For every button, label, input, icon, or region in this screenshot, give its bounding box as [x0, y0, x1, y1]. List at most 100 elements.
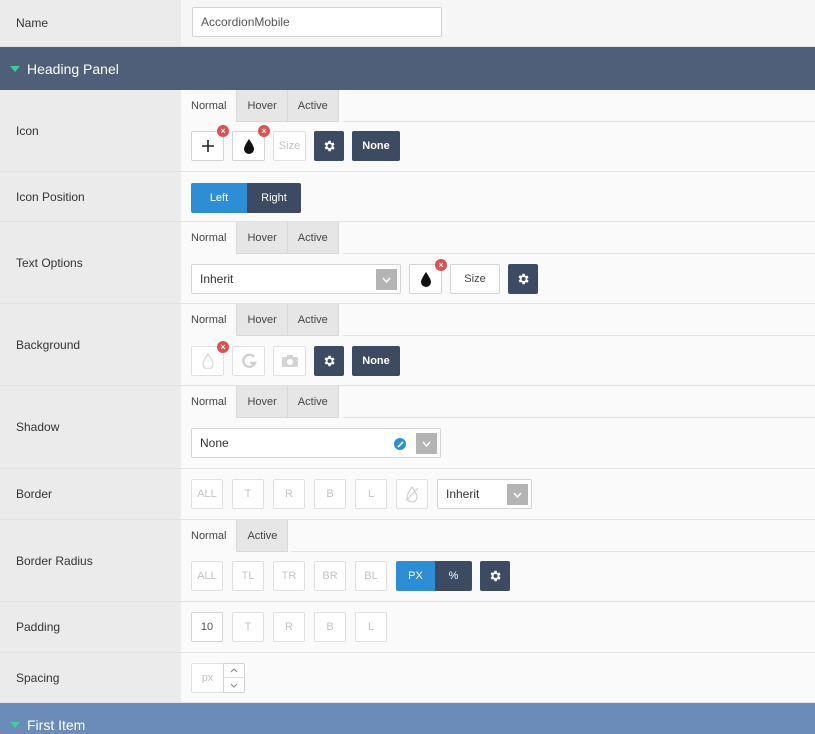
spacing-stepper[interactable] — [223, 663, 245, 693]
clear-background-x[interactable]: × — [217, 341, 229, 353]
tab-hover[interactable]: Hover — [237, 386, 288, 418]
edit-pencil-icon[interactable] — [394, 438, 406, 450]
radius-settings-button[interactable] — [480, 561, 510, 591]
unit-percent-button[interactable]: % — [435, 561, 472, 591]
padding-label: Padding — [0, 602, 181, 652]
tab-active[interactable]: Active — [287, 386, 339, 418]
radius-top-left[interactable]: TL — [232, 561, 264, 591]
icon-position-label: Icon Position — [0, 172, 181, 221]
gear-icon — [518, 273, 529, 285]
gradient-g-icon — [241, 353, 257, 369]
icon-label: Icon — [0, 90, 181, 171]
tab-active[interactable]: Active — [237, 520, 289, 552]
padding-left[interactable]: L — [355, 612, 387, 642]
chevron-down-icon — [416, 433, 437, 454]
name-label: Name — [0, 0, 181, 46]
font-select[interactable]: Inherit — [191, 264, 401, 294]
padding-right[interactable]: R — [273, 612, 305, 642]
icon-size-input[interactable]: Size — [273, 131, 306, 161]
chevron-up-icon[interactable] — [224, 664, 244, 678]
border-style-value: Inherit — [446, 487, 480, 501]
radius-bottom-left[interactable]: BL — [355, 561, 387, 591]
icon-row: Icon Normal Hover Active × × Size None — [0, 90, 815, 172]
gear-icon — [324, 355, 335, 367]
gear-icon — [324, 140, 335, 152]
shadow-select[interactable]: None — [191, 428, 441, 458]
unit-px-button[interactable]: PX — [396, 561, 435, 591]
background-none-button[interactable]: None — [352, 346, 400, 376]
tab-normal[interactable]: Normal — [181, 304, 238, 336]
border-style-select[interactable]: Inherit — [437, 479, 532, 509]
border-radius-label: Border Radius — [0, 520, 181, 601]
clear-color-x[interactable]: × — [258, 125, 270, 137]
droplet-icon — [243, 139, 254, 154]
heading-panel-header[interactable]: Heading Panel — [0, 47, 815, 90]
background-row: Background Normal Hover Active × None — [0, 304, 815, 386]
text-options-label: Text Options — [0, 222, 181, 303]
text-settings-button[interactable] — [508, 264, 538, 294]
tab-hover[interactable]: Hover — [237, 222, 288, 254]
border-side-right[interactable]: R — [273, 479, 305, 509]
first-item-header[interactable]: First Item — [0, 703, 815, 734]
heading-panel-title: Heading Panel — [27, 60, 119, 77]
icon-none-button[interactable]: None — [352, 131, 400, 161]
droplet-icon — [201, 353, 214, 369]
icon-position-row: Icon Position Left Right — [0, 172, 815, 222]
chevron-down-icon[interactable] — [224, 678, 244, 692]
spacing-input[interactable]: px — [191, 663, 224, 693]
tab-active[interactable]: Active — [287, 304, 339, 336]
padding-top[interactable]: T — [232, 612, 264, 642]
collapse-triangle-icon — [10, 722, 20, 728]
text-options-row: Text Options Normal Hover Active Inherit… — [0, 222, 815, 304]
tab-hover[interactable]: Hover — [237, 304, 288, 336]
border-side-top[interactable]: T — [232, 479, 264, 509]
gradient-button[interactable] — [232, 346, 265, 376]
chevron-down-icon — [507, 484, 528, 505]
background-image-button[interactable] — [273, 346, 306, 376]
plus-icon — [201, 140, 214, 152]
clear-color-x[interactable]: × — [435, 259, 447, 271]
shadow-select-value: None — [200, 436, 229, 450]
tab-normal[interactable]: Normal — [181, 90, 238, 122]
padding-bottom[interactable]: B — [314, 612, 346, 642]
border-side-all[interactable]: ALL — [191, 479, 223, 509]
background-label: Background — [0, 304, 181, 385]
name-row: Name AccordionMobile — [0, 0, 815, 47]
tab-normal[interactable]: Normal — [181, 386, 238, 418]
tab-hover[interactable]: Hover — [237, 90, 288, 122]
radius-all[interactable]: ALL — [191, 561, 223, 591]
border-side-left[interactable]: L — [355, 479, 387, 509]
chevron-down-icon — [376, 269, 397, 290]
tab-normal[interactable]: Normal — [181, 520, 238, 552]
tab-active[interactable]: Active — [287, 90, 339, 122]
shadow-row: Shadow Normal Hover Active None — [0, 386, 815, 469]
radius-bottom-right[interactable]: BR — [314, 561, 346, 591]
tab-normal[interactable]: Normal — [181, 222, 238, 254]
droplet-icon — [420, 272, 431, 287]
font-select-value: Inherit — [200, 272, 234, 286]
border-side-bottom[interactable]: B — [314, 479, 346, 509]
radius-top-right[interactable]: TR — [273, 561, 305, 591]
text-size-input[interactable]: Size — [450, 264, 500, 294]
background-settings-button[interactable] — [314, 346, 344, 376]
clear-icon-x[interactable]: × — [217, 125, 229, 137]
no-color-droplet-icon — [405, 485, 419, 503]
gear-icon — [490, 570, 501, 582]
border-radius-row: Border Radius Normal Active ALL TL TR BR… — [0, 520, 815, 602]
first-item-title: First Item — [27, 717, 86, 733]
icon-settings-button[interactable] — [314, 131, 344, 161]
name-input[interactable]: AccordionMobile — [192, 7, 442, 37]
camera-icon — [281, 355, 298, 367]
border-row: Border ALL T R B L Inherit — [0, 469, 815, 520]
spacing-row: Spacing px — [0, 653, 815, 703]
shadow-label: Shadow — [0, 386, 181, 468]
collapse-triangle-icon — [10, 65, 20, 72]
position-left-button[interactable]: Left — [191, 183, 247, 213]
border-label: Border — [0, 469, 181, 519]
tab-active[interactable]: Active — [287, 222, 339, 254]
border-color-picker[interactable] — [396, 479, 428, 509]
padding-all[interactable]: 10 — [191, 612, 223, 642]
spacing-label: Spacing — [0, 653, 181, 702]
padding-row: Padding 10 T R B L — [0, 602, 815, 653]
position-right-button[interactable]: Right — [247, 183, 301, 213]
